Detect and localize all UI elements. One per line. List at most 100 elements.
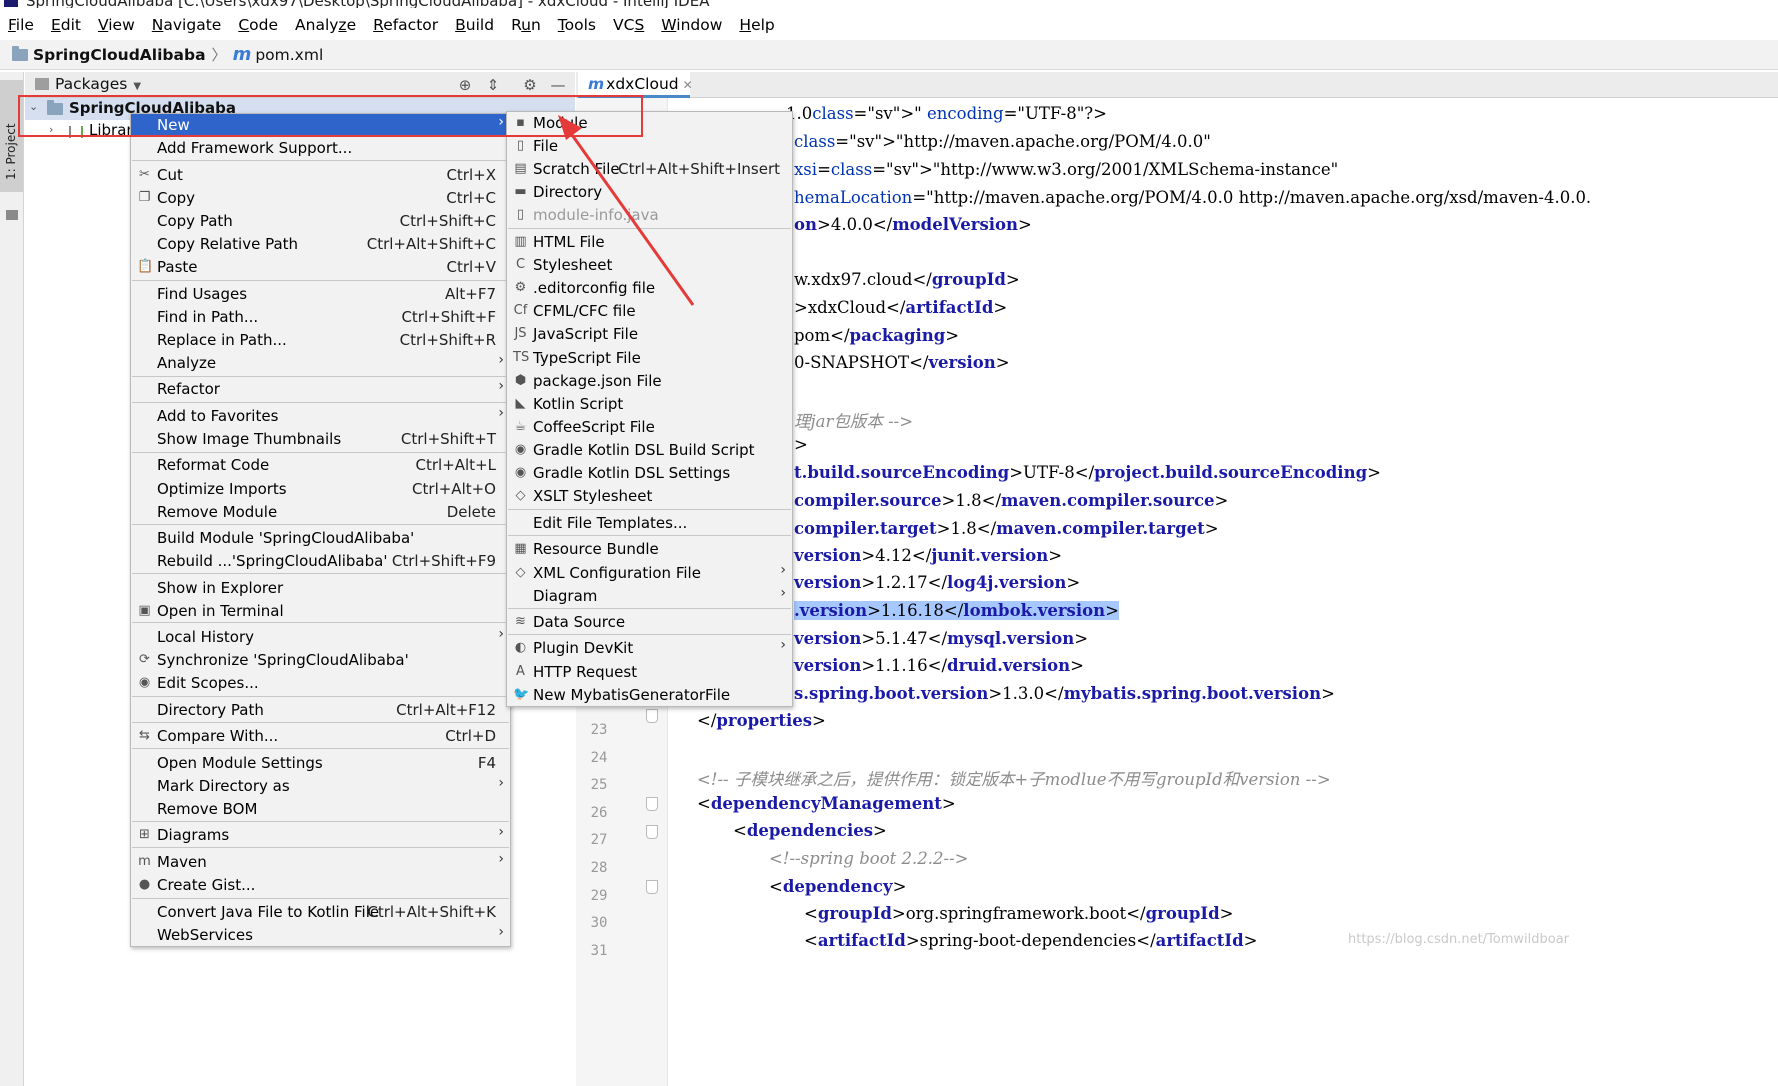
breadcrumb-project[interactable]: SpringCloudAlibaba [33, 46, 206, 64]
context-menu-item-compare-with[interactable]: ⇆ Compare With... Ctrl+D [131, 725, 510, 748]
menu-view[interactable]: View [90, 16, 144, 34]
new-submenu-item-javascript-file[interactable]: JS JavaScript File [507, 323, 792, 346]
fold-marker-icon[interactable] [646, 880, 658, 894]
context-menu-item-paste[interactable]: 📋 Paste Ctrl+V [131, 256, 510, 279]
menu-item-shortcut: Ctrl+Shift+T [400, 430, 496, 448]
context-menu-item-refactor[interactable]: Refactor › [131, 378, 510, 401]
new-submenu-item-xslt-stylesheet[interactable]: ◇ XSLT Stylesheet [507, 485, 792, 508]
menu-item-label: Find in Path... [157, 308, 259, 326]
context-menu-item-reformat-code[interactable]: Reformat Code Ctrl+Alt+L [131, 454, 510, 477]
context-menu-item-build-module-springcloudalibaba[interactable]: Build Module 'SpringCloudAlibaba' [131, 527, 510, 550]
context-menu-item-copy-relative-path[interactable]: Copy Relative Path Ctrl+Alt+Shift+C [131, 233, 510, 256]
context-menu-item-remove-bom[interactable]: Remove BOM [131, 798, 510, 821]
gear-icon[interactable]: ⚙ [520, 75, 540, 95]
menu-code[interactable]: Code [230, 16, 287, 34]
context-menu-item-convert-java-file-to-kotlin-file[interactable]: Convert Java File to Kotlin File Ctrl+Alt… [131, 901, 510, 924]
menu-navigate[interactable]: Navigate [144, 16, 231, 34]
context-menu-item-copy[interactable]: ❐ Copy Ctrl+C [131, 187, 510, 210]
context-menu-item-analyze[interactable]: Analyze › [131, 352, 510, 375]
context-menu-item-show-image-thumbnails[interactable]: Show Image Thumbnails Ctrl+Shift+T [131, 428, 510, 451]
new-submenu-item-new-mybatisgeneratorfile[interactable]: 🐦 New MybatisGeneratorFile [507, 684, 792, 707]
context-menu-item-synchronize-springcloudalibaba[interactable]: ⟳ Synchronize 'SpringCloudAlibaba' [131, 649, 510, 672]
new-submenu-item-stylesheet[interactable]: C Stylesheet [507, 254, 792, 277]
menu-help[interactable]: Help [731, 16, 783, 34]
menu-edit[interactable]: Edit [43, 16, 90, 34]
new-submenu-item-editorconfig-file[interactable]: ⚙ .editorconfig file [507, 277, 792, 300]
fold-marker-icon[interactable] [646, 797, 658, 811]
locate-icon[interactable]: ⊕ [455, 75, 475, 95]
context-menu-item-replace-in-path[interactable]: Replace in Path... Ctrl+Shift+R [131, 329, 510, 352]
menu-build[interactable]: Build [447, 16, 503, 34]
new-submenu-item-html-file[interactable]: ▥ HTML File [507, 231, 792, 254]
menu-run[interactable]: Run [503, 16, 550, 34]
context-menu-item-edit-scopes[interactable]: ◉ Edit Scopes... [131, 672, 510, 695]
new-submenu-item-typescript-file[interactable]: TS TypeScript File [507, 347, 792, 370]
line-number: 24 [590, 750, 608, 766]
minimize-icon[interactable]: — [548, 75, 568, 95]
context-menu-item-local-history[interactable]: Local History › [131, 626, 510, 649]
context-menu-item-diagrams[interactable]: ⊞ Diagrams › [131, 824, 510, 847]
new-submenu-item-directory[interactable]: ▬ Directory [507, 181, 792, 204]
new-submenu-item-http-request[interactable]: A HTTP Request [507, 661, 792, 684]
context-menu-item-create-gist[interactable]: ● Create Gist... [131, 874, 510, 897]
menu-item-label: HTTP Request [533, 663, 638, 681]
new-submenu-item-diagram[interactable]: Diagram › [507, 585, 792, 608]
line-number: 28 [590, 860, 608, 876]
breadcrumb-file[interactable]: pom.xml [255, 46, 323, 64]
context-menu-item-maven[interactable]: m Maven › [131, 851, 510, 874]
new-submenu-item-scratch-file[interactable]: ▤ Scratch File Ctrl+Alt+Shift+Insert [507, 158, 792, 181]
menu-vcs[interactable]: VCS [605, 16, 653, 34]
menu-separator [132, 898, 509, 899]
context-menu-item-webservices[interactable]: WebServices › [131, 924, 510, 947]
context-menu-item-mark-directory-as[interactable]: Mark Directory as › [131, 775, 510, 798]
menu-refactor[interactable]: Refactor [365, 16, 447, 34]
menu-file[interactable]: File [0, 16, 43, 34]
collapse-all-icon[interactable]: ⇕ [483, 75, 503, 95]
new-submenu-item-cfml-cfc-file[interactable]: Cf CFML/CFC file [507, 300, 792, 323]
context-menu-item-open-in-terminal[interactable]: ▣ Open in Terminal [131, 600, 510, 623]
context-menu-item-copy-path[interactable]: Copy Path Ctrl+Shift+C [131, 210, 510, 233]
view-selector[interactable]: Packages ▼ [35, 75, 141, 93]
context-menu-item-directory-path[interactable]: Directory Path Ctrl+Alt+F12 [131, 699, 510, 722]
context-menu-item-add-to-favorites[interactable]: Add to Favorites › [131, 405, 510, 428]
code-line: </properties> [697, 711, 826, 730]
new-submenu-item-xml-configuration-file[interactable]: ◇ XML Configuration File › [507, 562, 792, 585]
new-submenu-item-file[interactable]: ▯ File [507, 135, 792, 158]
menu-item-label: Directory [533, 183, 603, 201]
menu-item-label: Diagram [533, 587, 598, 605]
new-submenu-item-package-json-file[interactable]: ⬢ package.json File [507, 370, 792, 393]
menu-item-label: Plugin DevKit [533, 639, 634, 657]
menu-item-shortcut: Ctrl+X [446, 166, 496, 184]
menu-tools[interactable]: Tools [550, 16, 605, 34]
context-menu-item-cut[interactable]: ✂ Cut Ctrl+X [131, 164, 510, 187]
menu-item-label: Copy [157, 189, 196, 207]
new-submenu-item-data-source[interactable]: ≋ Data Source [507, 611, 792, 634]
menu-separator [132, 847, 509, 848]
menu-item-label: Local History [157, 628, 255, 646]
new-submenu-item-kotlin-script[interactable]: ◣ Kotlin Script [507, 393, 792, 416]
context-menu-item-rebuild-springcloudalibaba[interactable]: Rebuild ...'SpringCloudAlibaba' Ctrl+Shif… [131, 550, 510, 573]
context-menu-item-open-module-settings[interactable]: Open Module Settings F4 [131, 752, 510, 775]
new-submenu-item-gradle-kotlin-dsl-settings[interactable]: ◉ Gradle Kotlin DSL Settings [507, 462, 792, 485]
context-menu-item-find-usages[interactable]: Find Usages Alt+F7 [131, 283, 510, 306]
context-menu-item-add-framework-support[interactable]: Add Framework Support... [131, 137, 510, 160]
menu-item-label: Synchronize 'SpringCloudAlibaba' [157, 651, 409, 669]
new-submenu-item-coffeescript-file[interactable]: ☕ CoffeeScript File [507, 416, 792, 439]
menu-window[interactable]: Window [653, 16, 731, 34]
fold-marker-icon[interactable] [646, 709, 658, 723]
new-submenu-item-resource-bundle[interactable]: ▦ Resource Bundle [507, 538, 792, 561]
context-menu-item-show-in-explorer[interactable]: Show in Explorer [131, 577, 510, 600]
close-icon[interactable]: ✕ [683, 78, 693, 92]
new-submenu-item-gradle-kotlin-dsl-build-script[interactable]: ◉ Gradle Kotlin DSL Build Script [507, 439, 792, 462]
line-number: 27 [590, 832, 608, 848]
menu-item-label: Copy Path [157, 212, 233, 230]
context-menu-item-remove-module[interactable]: Remove Module Delete [131, 501, 510, 524]
new-submenu-item-module-info-java[interactable]: ▯ module-info.java [507, 204, 792, 227]
context-menu-item-optimize-imports[interactable]: Optimize Imports Ctrl+Alt+O [131, 478, 510, 501]
new-submenu-item-edit-file-templates[interactable]: Edit File Templates... [507, 512, 792, 535]
menu-analyze[interactable]: Analyze [287, 16, 365, 34]
context-menu-item-find-in-path[interactable]: Find in Path... Ctrl+Shift+F [131, 306, 510, 329]
submenu-arrow-icon: › [498, 924, 504, 940]
new-submenu-item-plugin-devkit[interactable]: ◐ Plugin DevKit › [507, 637, 792, 660]
fold-marker-icon[interactable] [646, 825, 658, 839]
